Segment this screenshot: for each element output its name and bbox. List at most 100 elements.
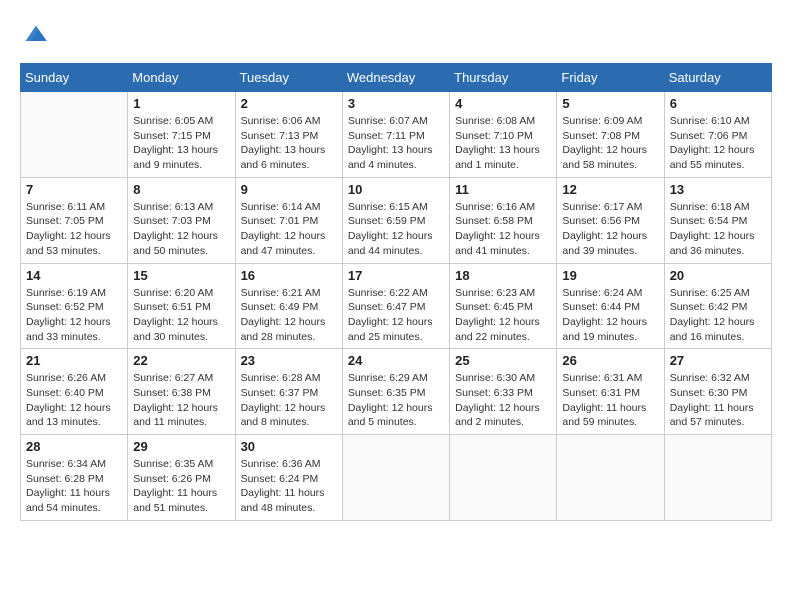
calendar-cell: 5 Sunrise: 6:09 AMSunset: 7:08 PMDaylight… xyxy=(557,92,664,178)
day-number: 2 xyxy=(241,96,337,111)
cell-info: Sunrise: 6:16 AMSunset: 6:58 PMDaylight:… xyxy=(455,200,551,259)
cell-info: Sunrise: 6:34 AMSunset: 6:28 PMDaylight:… xyxy=(26,457,122,516)
day-number: 16 xyxy=(241,268,337,283)
cell-info: Sunrise: 6:26 AMSunset: 6:40 PMDaylight:… xyxy=(26,371,122,430)
calendar-cell: 20 Sunrise: 6:25 AMSunset: 6:42 PMDayligh… xyxy=(664,263,771,349)
calendar-cell: 10 Sunrise: 6:15 AMSunset: 6:59 PMDayligh… xyxy=(342,177,449,263)
calendar-cell: 21 Sunrise: 6:26 AMSunset: 6:40 PMDayligh… xyxy=(21,349,128,435)
day-number: 23 xyxy=(241,353,337,368)
day-number: 14 xyxy=(26,268,122,283)
cell-info: Sunrise: 6:11 AMSunset: 7:05 PMDaylight:… xyxy=(26,200,122,259)
calendar-cell: 9Sunrise: 6:14 AMSunset: 7:01 PMDaylight… xyxy=(235,177,342,263)
day-number: 30 xyxy=(241,439,337,454)
cell-info: Sunrise: 6:29 AMSunset: 6:35 PMDaylight:… xyxy=(348,371,444,430)
cell-info: Sunrise: 6:05 AMSunset: 7:15 PMDaylight:… xyxy=(133,114,229,173)
cell-info: Sunrise: 6:24 AMSunset: 6:44 PMDaylight:… xyxy=(562,286,658,345)
calendar-cell: 17 Sunrise: 6:22 AMSunset: 6:47 PMDayligh… xyxy=(342,263,449,349)
calendar-cell: 13 Sunrise: 6:18 AMSunset: 6:54 PMDayligh… xyxy=(664,177,771,263)
calendar-cell: 22 Sunrise: 6:27 AMSunset: 6:38 PMDayligh… xyxy=(128,349,235,435)
cell-info: Sunrise: 6:23 AMSunset: 6:45 PMDaylight:… xyxy=(455,286,551,345)
cell-info: Sunrise: 6:07 AMSunset: 7:11 PMDaylight:… xyxy=(348,114,444,173)
calendar-cell xyxy=(450,435,557,521)
day-number: 12 xyxy=(562,182,658,197)
cell-info: Sunrise: 6:30 AMSunset: 6:33 PMDaylight:… xyxy=(455,371,551,430)
calendar-cell xyxy=(342,435,449,521)
calendar-cell: 16 Sunrise: 6:21 AMSunset: 6:49 PMDayligh… xyxy=(235,263,342,349)
calendar-cell xyxy=(664,435,771,521)
cell-info: Sunrise: 6:09 AMSunset: 7:08 PMDaylight:… xyxy=(562,114,658,173)
cell-info: Sunrise: 6:21 AMSunset: 6:49 PMDaylight:… xyxy=(241,286,337,345)
day-number: 4 xyxy=(455,96,551,111)
calendar-cell: 30 Sunrise: 6:36 AMSunset: 6:24 PMDayligh… xyxy=(235,435,342,521)
day-number: 20 xyxy=(670,268,766,283)
day-number: 24 xyxy=(348,353,444,368)
day-number: 5 xyxy=(562,96,658,111)
day-number: 26 xyxy=(562,353,658,368)
day-number: 29 xyxy=(133,439,229,454)
day-header-monday: Monday xyxy=(128,64,235,92)
calendar-cell: 15Sunrise: 6:20 AMSunset: 6:51 PMDayligh… xyxy=(128,263,235,349)
cell-info: Sunrise: 6:13 AMSunset: 7:03 PMDaylight:… xyxy=(133,200,229,259)
day-number: 10 xyxy=(348,182,444,197)
cell-info: Sunrise: 6:22 AMSunset: 6:47 PMDaylight:… xyxy=(348,286,444,345)
cell-info: Sunrise: 6:17 AMSunset: 6:56 PMDaylight:… xyxy=(562,200,658,259)
day-number: 3 xyxy=(348,96,444,111)
cell-info: Sunrise: 6:14 AMSunset: 7:01 PMDaylight:… xyxy=(241,200,337,259)
calendar-cell: 6 Sunrise: 6:10 AMSunset: 7:06 PMDaylight… xyxy=(664,92,771,178)
calendar-week-row: 1 Sunrise: 6:05 AMSunset: 7:15 PMDaylight… xyxy=(21,92,772,178)
cell-info: Sunrise: 6:08 AMSunset: 7:10 PMDaylight:… xyxy=(455,114,551,173)
cell-info: Sunrise: 6:25 AMSunset: 6:42 PMDaylight:… xyxy=(670,286,766,345)
calendar-cell: 25 Sunrise: 6:30 AMSunset: 6:33 PMDayligh… xyxy=(450,349,557,435)
day-number: 27 xyxy=(670,353,766,368)
calendar-cell: 12 Sunrise: 6:17 AMSunset: 6:56 PMDayligh… xyxy=(557,177,664,263)
cell-info: Sunrise: 6:36 AMSunset: 6:24 PMDaylight:… xyxy=(241,457,337,516)
logo xyxy=(20,20,50,53)
day-number: 6 xyxy=(670,96,766,111)
calendar-table: SundayMondayTuesdayWednesdayThursdayFrid… xyxy=(20,63,772,521)
day-number: 11 xyxy=(455,182,551,197)
day-number: 13 xyxy=(670,182,766,197)
calendar-cell: 19 Sunrise: 6:24 AMSunset: 6:44 PMDayligh… xyxy=(557,263,664,349)
day-header-tuesday: Tuesday xyxy=(235,64,342,92)
day-number: 25 xyxy=(455,353,551,368)
calendar-cell: 1 Sunrise: 6:05 AMSunset: 7:15 PMDaylight… xyxy=(128,92,235,178)
day-number: 22 xyxy=(133,353,229,368)
calendar-week-row: 7 Sunrise: 6:11 AMSunset: 7:05 PMDaylight… xyxy=(21,177,772,263)
calendar-cell: 23Sunrise: 6:28 AMSunset: 6:37 PMDayligh… xyxy=(235,349,342,435)
day-number: 15 xyxy=(133,268,229,283)
calendar-cell: 29 Sunrise: 6:35 AMSunset: 6:26 PMDayligh… xyxy=(128,435,235,521)
calendar-header-row: SundayMondayTuesdayWednesdayThursdayFrid… xyxy=(21,64,772,92)
calendar-cell: 26 Sunrise: 6:31 AMSunset: 6:31 PMDayligh… xyxy=(557,349,664,435)
day-number: 7 xyxy=(26,182,122,197)
day-header-sunday: Sunday xyxy=(21,64,128,92)
cell-info: Sunrise: 6:31 AMSunset: 6:31 PMDaylight:… xyxy=(562,371,658,430)
calendar-cell: 8 Sunrise: 6:13 AMSunset: 7:03 PMDaylight… xyxy=(128,177,235,263)
cell-info: Sunrise: 6:15 AMSunset: 6:59 PMDaylight:… xyxy=(348,200,444,259)
day-number: 21 xyxy=(26,353,122,368)
calendar-week-row: 14 Sunrise: 6:19 AMSunset: 6:52 PMDayligh… xyxy=(21,263,772,349)
day-number: 28 xyxy=(26,439,122,454)
day-number: 8 xyxy=(133,182,229,197)
day-header-thursday: Thursday xyxy=(450,64,557,92)
cell-info: Sunrise: 6:35 AMSunset: 6:26 PMDaylight:… xyxy=(133,457,229,516)
day-header-wednesday: Wednesday xyxy=(342,64,449,92)
calendar-week-row: 21 Sunrise: 6:26 AMSunset: 6:40 PMDayligh… xyxy=(21,349,772,435)
day-number: 1 xyxy=(133,96,229,111)
calendar-cell: 28 Sunrise: 6:34 AMSunset: 6:28 PMDayligh… xyxy=(21,435,128,521)
cell-info: Sunrise: 6:10 AMSunset: 7:06 PMDaylight:… xyxy=(670,114,766,173)
cell-info: Sunrise: 6:19 AMSunset: 6:52 PMDaylight:… xyxy=(26,286,122,345)
cell-info: Sunrise: 6:27 AMSunset: 6:38 PMDaylight:… xyxy=(133,371,229,430)
calendar-cell: 24 Sunrise: 6:29 AMSunset: 6:35 PMDayligh… xyxy=(342,349,449,435)
calendar-cell: 14 Sunrise: 6:19 AMSunset: 6:52 PMDayligh… xyxy=(21,263,128,349)
day-header-friday: Friday xyxy=(557,64,664,92)
day-number: 19 xyxy=(562,268,658,283)
cell-info: Sunrise: 6:18 AMSunset: 6:54 PMDaylight:… xyxy=(670,200,766,259)
day-number: 17 xyxy=(348,268,444,283)
day-header-saturday: Saturday xyxy=(664,64,771,92)
calendar-cell: 27Sunrise: 6:32 AMSunset: 6:30 PMDayligh… xyxy=(664,349,771,435)
calendar-cell: 7 Sunrise: 6:11 AMSunset: 7:05 PMDaylight… xyxy=(21,177,128,263)
calendar-cell: 2Sunrise: 6:06 AMSunset: 7:13 PMDaylight… xyxy=(235,92,342,178)
calendar-cell xyxy=(21,92,128,178)
calendar-week-row: 28 Sunrise: 6:34 AMSunset: 6:28 PMDayligh… xyxy=(21,435,772,521)
calendar-cell: 11 Sunrise: 6:16 AMSunset: 6:58 PMDayligh… xyxy=(450,177,557,263)
